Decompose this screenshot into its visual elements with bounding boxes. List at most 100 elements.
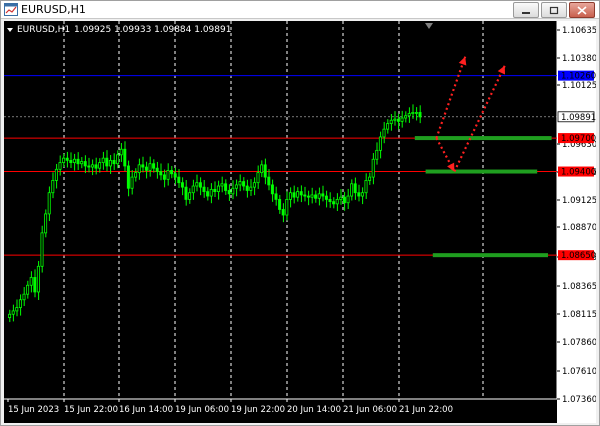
candle-body bbox=[357, 192, 361, 197]
chart-info-ohlc: 1.09925 1.09933 1.09884 1.09891 bbox=[74, 25, 231, 35]
y-tick-label: 1.08115 bbox=[562, 310, 596, 320]
window-title: EURUSD,H1 bbox=[21, 3, 86, 16]
candle-body bbox=[346, 195, 350, 204]
menu-triangle-icon[interactable] bbox=[7, 28, 13, 32]
candle-body bbox=[26, 284, 30, 295]
candle-body bbox=[220, 183, 224, 187]
candle-body bbox=[80, 161, 84, 165]
candle-body bbox=[87, 165, 91, 168]
chart-info-symbol: EURUSD,H1 bbox=[17, 25, 70, 35]
y-tick-label: 1.07860 bbox=[562, 338, 596, 348]
level-price-label: 1.08650 bbox=[561, 251, 596, 261]
candle-body bbox=[256, 172, 260, 184]
candle-body bbox=[173, 173, 177, 178]
candle-body bbox=[83, 161, 87, 167]
candle-body bbox=[126, 165, 130, 189]
minimize-button[interactable] bbox=[513, 2, 539, 18]
candle-body bbox=[303, 194, 307, 197]
chart-window: EURUSD,H1 1.10635 1.10380 1.10125 1.09630 1.… bbox=[0, 0, 600, 426]
candle-body bbox=[389, 119, 393, 124]
level-price-label: 1.10260 bbox=[561, 72, 596, 82]
candle-body bbox=[245, 185, 249, 191]
candle-body bbox=[321, 193, 325, 197]
zone-bar[interactable] bbox=[425, 169, 538, 174]
title-bar[interactable]: EURUSD,H1 bbox=[1, 1, 599, 19]
candle-body bbox=[177, 176, 181, 184]
candle-body bbox=[18, 299, 22, 308]
x-tick-label: 21 Jun 06:00 bbox=[343, 405, 397, 415]
maximize-icon bbox=[549, 6, 559, 15]
candle-body bbox=[170, 170, 174, 175]
candle-body bbox=[162, 174, 166, 180]
candle-body bbox=[242, 181, 246, 187]
candle-body bbox=[368, 176, 372, 181]
candle-body bbox=[396, 118, 400, 122]
zone-bar[interactable] bbox=[414, 136, 552, 141]
maximize-button[interactable] bbox=[541, 2, 567, 18]
candle-body bbox=[296, 191, 300, 198]
candle-body bbox=[195, 182, 199, 187]
projection-arrow-head bbox=[497, 65, 505, 75]
candle-body bbox=[249, 186, 253, 191]
price-chart[interactable]: 1.106351.103801.101251.096301.093751.091… bbox=[4, 21, 596, 423]
candle-body bbox=[22, 293, 26, 301]
candle-body bbox=[411, 112, 415, 114]
candle-body bbox=[234, 184, 238, 189]
candle-body bbox=[116, 154, 120, 165]
candle-body bbox=[375, 149, 379, 160]
candle-body bbox=[267, 176, 271, 186]
candle-body bbox=[386, 123, 390, 130]
candle-body bbox=[69, 159, 73, 164]
minimize-icon bbox=[522, 12, 530, 14]
candle-body bbox=[213, 188, 217, 193]
close-button[interactable] bbox=[569, 2, 595, 18]
candle-body bbox=[407, 113, 411, 117]
candle-body bbox=[148, 163, 152, 171]
x-tick-label: 19 Jun 06:00 bbox=[175, 405, 229, 415]
candle-body bbox=[137, 164, 141, 174]
candle-body bbox=[198, 182, 202, 188]
candle-body bbox=[270, 184, 274, 195]
x-tick-label: 16 Jun 14:00 bbox=[119, 405, 173, 415]
projection-arrow-line[interactable] bbox=[435, 56, 467, 139]
candle-body bbox=[123, 148, 127, 167]
candle-body bbox=[188, 192, 192, 200]
candle-body bbox=[238, 181, 242, 186]
x-tick-label: 20 Jun 14:00 bbox=[287, 405, 341, 415]
level-price-label: 1.09400 bbox=[561, 168, 596, 178]
candle-body bbox=[51, 180, 55, 194]
candle-body bbox=[332, 201, 336, 205]
candle-body bbox=[393, 118, 397, 121]
candle-body bbox=[62, 157, 66, 164]
x-tick-label: 15 Jun 22:00 bbox=[64, 405, 118, 415]
candle-body bbox=[44, 213, 48, 234]
y-tick-label: 1.09125 bbox=[562, 196, 596, 206]
x-tick-label: 19 Jun 22:00 bbox=[231, 405, 285, 415]
chart-shift-marker[interactable] bbox=[425, 23, 433, 29]
candle-body bbox=[76, 158, 80, 165]
candle-body bbox=[11, 310, 15, 315]
candle-body bbox=[324, 195, 328, 200]
candle-body bbox=[317, 193, 321, 199]
candle-body bbox=[285, 199, 289, 216]
projection-arrow-line[interactable] bbox=[453, 65, 506, 173]
candle-body bbox=[101, 157, 105, 164]
current-price-label: 1.09891 bbox=[561, 113, 596, 123]
candle-body bbox=[274, 193, 278, 200]
candle-body bbox=[36, 265, 40, 293]
close-icon bbox=[577, 6, 587, 15]
candle-body bbox=[292, 192, 296, 198]
candle-body bbox=[227, 190, 231, 195]
candle-body bbox=[310, 194, 314, 198]
candle-body bbox=[144, 166, 148, 171]
zone-bar[interactable] bbox=[432, 253, 548, 258]
candle-body bbox=[306, 195, 310, 198]
chart-window-icon bbox=[4, 3, 18, 16]
candle-body bbox=[335, 199, 339, 205]
candle-body bbox=[342, 196, 346, 204]
candle-body bbox=[353, 183, 357, 194]
candlestick-chart[interactable]: 1.106351.103801.101251.096301.093751.091… bbox=[4, 21, 596, 423]
candle-body bbox=[231, 187, 235, 195]
y-tick-label: 1.10635 bbox=[562, 26, 596, 36]
candle-body bbox=[119, 148, 123, 156]
